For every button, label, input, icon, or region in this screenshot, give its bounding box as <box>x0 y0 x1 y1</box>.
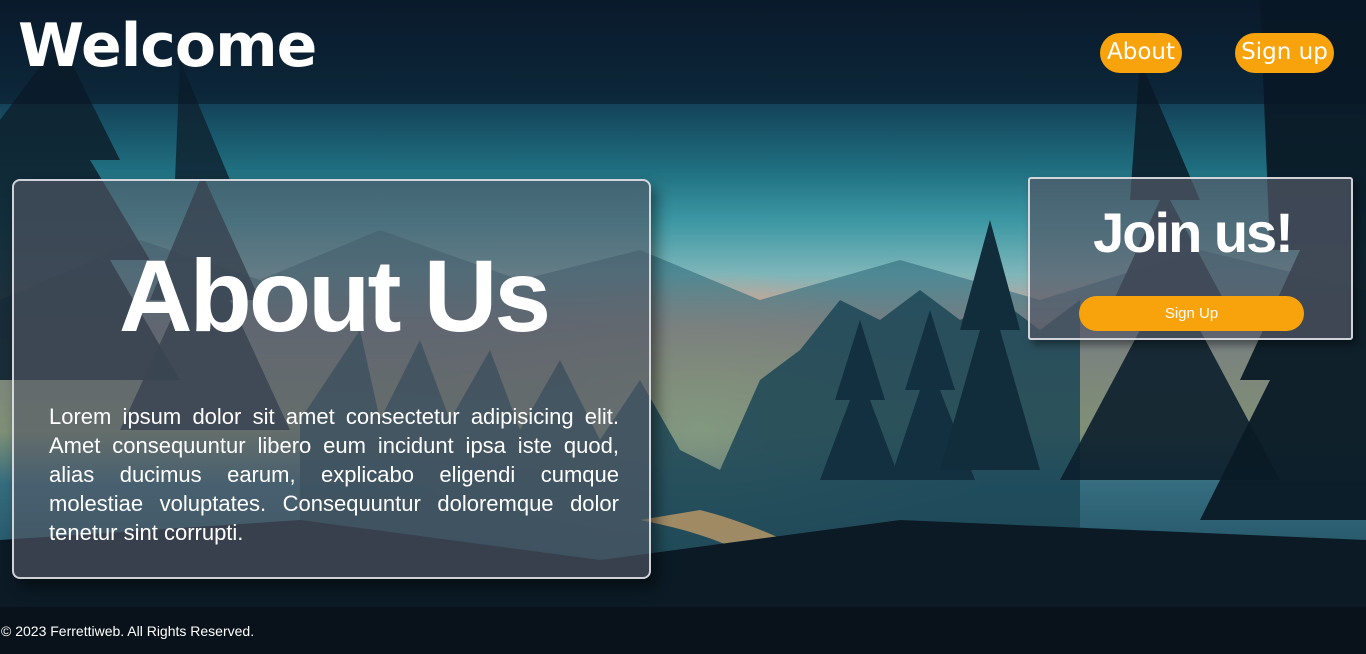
brand-title: Welcome <box>18 11 317 81</box>
nav-signup-button[interactable]: Sign up <box>1235 33 1334 73</box>
about-body-text: Lorem ipsum dolor sit amet consectetur a… <box>49 404 619 545</box>
nav-about-button[interactable]: About <box>1100 33 1182 73</box>
join-card: Join us! Sign Up <box>1028 177 1353 340</box>
about-card: About Us Lorem ipsum dolor sit amet cons… <box>12 179 651 579</box>
site-header: Welcome About Sign up <box>0 0 1366 104</box>
footer-copyright: © 2023 Ferrettiweb. All Rights Reserved. <box>1 623 255 639</box>
join-signup-button[interactable]: Sign Up <box>1079 296 1304 331</box>
about-title: About Us <box>118 239 551 353</box>
site-footer: © 2023 Ferrettiweb. All Rights Reserved. <box>0 607 1366 654</box>
join-title: Join us! <box>1093 201 1294 264</box>
